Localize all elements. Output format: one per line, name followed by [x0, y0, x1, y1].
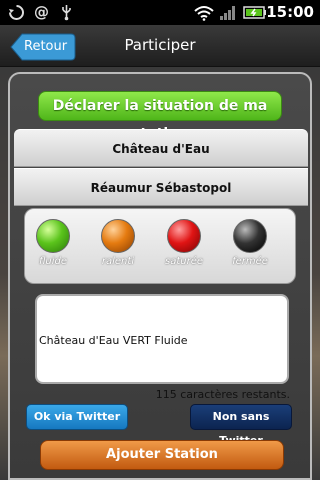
- red-light-icon: [167, 219, 201, 253]
- station-row[interactable]: Réaumur Sébastopol: [14, 168, 308, 206]
- status-label: ralenti: [101, 256, 135, 267]
- status-bar: @ 15:00: [0, 0, 320, 25]
- character-counter: 115 caractères restants.: [155, 388, 290, 401]
- signal-icon: [219, 4, 237, 21]
- status-label: saturée: [164, 256, 203, 267]
- green-light-icon: [36, 219, 70, 253]
- traffic-status-selector: fluide ralenti saturée fermée: [24, 208, 296, 284]
- add-station-button[interactable]: Ajouter Station: [40, 440, 284, 470]
- declare-situation-button[interactable]: Déclarer la situation de ma station: [38, 91, 282, 142]
- status-label: fermée: [232, 256, 268, 267]
- station-row[interactable]: Château d'Eau: [14, 129, 308, 167]
- usb-icon: [58, 4, 75, 21]
- title-bar: Retour Participer: [0, 25, 320, 67]
- status-fluide[interactable]: fluide: [33, 219, 73, 267]
- participate-panel: Déclarer la situation de ma station Chât…: [8, 72, 312, 480]
- status-label: fluide: [38, 256, 68, 267]
- status-saturee[interactable]: saturée: [164, 219, 204, 267]
- sync-icon: [8, 4, 25, 21]
- page-title: Participer: [124, 36, 196, 54]
- ok-via-twitter-button[interactable]: Ok via Twitter: [26, 404, 128, 430]
- at-icon: @: [34, 3, 49, 21]
- status-fermee[interactable]: fermée: [230, 219, 270, 267]
- clock-time: 15:00: [266, 3, 314, 21]
- orange-light-icon: [101, 219, 135, 253]
- wifi-icon: [194, 4, 214, 21]
- status-ralenti[interactable]: ralenti: [98, 219, 138, 267]
- message-text: Château d'Eau VERT Fluide: [39, 334, 188, 347]
- battery-icon: [243, 4, 267, 21]
- message-input[interactable]: Château d'Eau VERT Fluide: [35, 294, 289, 384]
- black-light-icon: [233, 219, 267, 253]
- no-twitter-button[interactable]: Non sans Twitter: [190, 404, 292, 447]
